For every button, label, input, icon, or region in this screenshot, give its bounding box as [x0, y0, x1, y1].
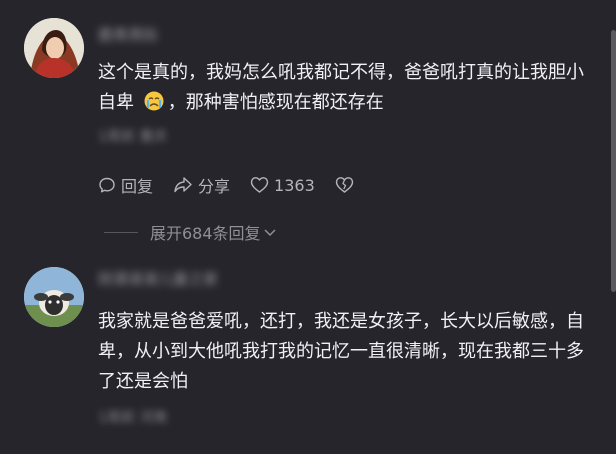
username[interactable]: 鹿青燕际 [98, 24, 158, 44]
comment-item: 鹿青燕际 这个是真的，我妈怎么吼我都记不得，爸爸吼打真的让我胆小自卑 ，那种害怕… [0, 0, 604, 255]
comment-text-part: ，那种害怕感现在都还存在 [167, 92, 384, 113]
divider [104, 231, 138, 233]
crying-face-icon [144, 91, 164, 111]
broken-heart-icon [335, 177, 353, 193]
dislike-button[interactable] [335, 176, 354, 194]
comment-text: 这个是真的，我妈怎么吼我都记不得，爸爸吼打真的让我胆小自卑 ，那种害怕感现在都还… [98, 58, 588, 118]
expand-replies-label: 展开684条回复 [150, 224, 261, 243]
username[interactable]: 财源滚滚儿童之家 [98, 268, 218, 288]
avatar[interactable] [24, 18, 84, 78]
share-label: 分享 [198, 177, 231, 196]
share-button[interactable]: 分享 [173, 173, 230, 197]
comment-text: 我家就是爸爸爱吼，还打，我还是女孩子，长大以后敏感，自卑，从小到大他吼我打我的记… [98, 311, 584, 392]
avatar[interactable] [24, 267, 84, 327]
chevron-down-icon [264, 229, 276, 237]
like-button[interactable]: 1363 [250, 176, 315, 195]
like-count: 1363 [274, 175, 315, 195]
comment-timestamp: 1周前 河南 [98, 410, 168, 426]
comment-actions: 回复 分享 1363 [98, 174, 374, 196]
reply-icon [99, 177, 115, 193]
comment-item: 财源滚滚儿童之家 我家就是爸爸爱吼，还打，我还是女孩子，长大以后敏感，自卑，从小… [0, 255, 604, 454]
expand-replies-button[interactable]: 展开684条回复 [104, 220, 277, 244]
comment-timestamp: 1周前 重庆 [98, 129, 168, 145]
heart-icon [250, 177, 269, 193]
reply-button[interactable]: 回复 [98, 173, 153, 197]
scrollbar[interactable] [611, 30, 616, 292]
share-icon [174, 177, 192, 193]
reply-label: 回复 [121, 177, 154, 196]
